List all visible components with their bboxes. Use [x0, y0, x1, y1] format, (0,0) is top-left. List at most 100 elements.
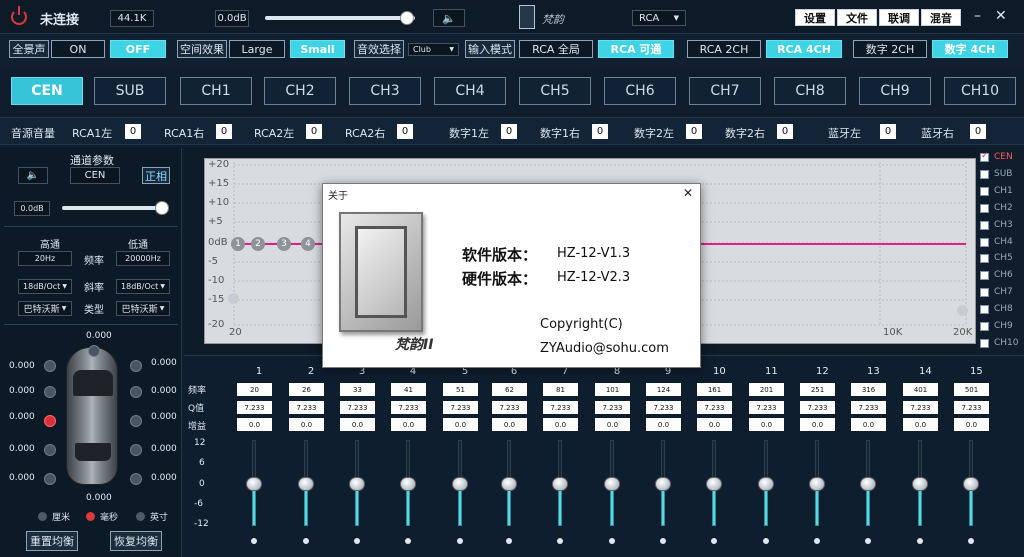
channel-checkbox-ch5[interactable]: [980, 254, 989, 264]
tab-sub[interactable]: SUB: [94, 77, 166, 105]
digital-4ch-button[interactable]: 数字 4CH: [932, 40, 1008, 58]
file-button[interactable]: 文件: [837, 9, 877, 26]
channel-checkbox-ch2[interactable]: [980, 203, 989, 213]
tab-ch2[interactable]: CH2: [264, 77, 336, 105]
speaker-r4[interactable]: [130, 444, 142, 456]
eq-band-q[interactable]: 7.233: [391, 401, 426, 414]
channel-checkbox-ch8[interactable]: [980, 305, 989, 315]
highpass-type-select[interactable]: 巴特沃斯 ▼: [18, 301, 72, 316]
eq-band-gain[interactable]: 0.0: [237, 418, 272, 431]
reset-eq-button[interactable]: 重置均衡: [26, 531, 78, 551]
eq-band-freq[interactable]: 51: [443, 383, 478, 396]
unit-in-radio[interactable]: [136, 512, 145, 521]
eq-band-q[interactable]: 7.233: [851, 401, 886, 414]
eq-fader-knob[interactable]: [655, 477, 671, 491]
eq-fader-knob[interactable]: [963, 477, 979, 491]
eq-band-q[interactable]: 7.233: [903, 401, 938, 414]
source-gain-value-7[interactable]: 0: [777, 124, 793, 139]
tab-ch4[interactable]: CH4: [434, 77, 506, 105]
source-gain-value-8[interactable]: 0: [880, 124, 896, 139]
lowpass-slope-select[interactable]: 18dB/Oct ▼: [116, 279, 170, 294]
eq-band-freq[interactable]: 20: [237, 383, 272, 396]
speaker-r2[interactable]: [130, 386, 142, 398]
channel-checkbox-ch9[interactable]: [980, 322, 989, 331]
source-gain-value-0[interactable]: 0: [125, 124, 141, 139]
rca-2ch-button[interactable]: RCA 2CH: [687, 40, 761, 58]
debug-button[interactable]: 联调: [879, 9, 919, 26]
rca-avail-button[interactable]: RCA 可通: [598, 40, 674, 58]
eq-band-q[interactable]: 7.233: [595, 401, 630, 414]
source-gain-value-2[interactable]: 0: [306, 124, 322, 139]
eq-marker-1[interactable]: 1: [231, 237, 245, 251]
eq-band-gain[interactable]: 0.0: [289, 418, 324, 431]
channel-checkbox-ch1[interactable]: [980, 186, 989, 196]
phase-button[interactable]: 正相: [142, 167, 170, 184]
eq-marker-4[interactable]: 4: [301, 237, 315, 251]
tab-ch3[interactable]: CH3: [349, 77, 421, 105]
eq-fader-knob[interactable]: [349, 477, 365, 491]
highpass-handle[interactable]: [228, 293, 239, 304]
tab-ch6[interactable]: CH6: [604, 77, 676, 105]
minimize-button[interactable]: –: [974, 8, 981, 24]
dialog-close-button[interactable]: ✕: [683, 186, 693, 200]
speaker-l5[interactable]: [44, 473, 56, 485]
eq-fader-knob[interactable]: [604, 477, 620, 491]
eq-band-q[interactable]: 7.233: [340, 401, 375, 414]
eq-band-gain[interactable]: 0.0: [851, 418, 886, 431]
eq-band-gain[interactable]: 0.0: [492, 418, 527, 431]
eq-marker-3[interactable]: 3: [277, 237, 291, 251]
channel-checkbox-ch6[interactable]: [980, 271, 989, 281]
eq-band-q[interactable]: 7.233: [749, 401, 784, 414]
source-gain-value-3[interactable]: 0: [397, 124, 413, 139]
eq-band-freq[interactable]: 316: [851, 383, 886, 396]
eq-band-freq[interactable]: 251: [800, 383, 835, 396]
eq-band-q[interactable]: 7.233: [443, 401, 478, 414]
eq-band-freq[interactable]: 62: [492, 383, 527, 396]
tab-ch9[interactable]: CH9: [859, 77, 931, 105]
eq-band-gain[interactable]: 0.0: [903, 418, 938, 431]
eq-fader-knob[interactable]: [809, 477, 825, 491]
eq-band-freq[interactable]: 26: [289, 383, 324, 396]
unit-ms-radio[interactable]: [86, 512, 95, 521]
eq-band-q[interactable]: 7.233: [954, 401, 989, 414]
eq-band-gain[interactable]: 0.0: [443, 418, 478, 431]
eq-band-gain[interactable]: 0.0: [340, 418, 375, 431]
source-gain-value-1[interactable]: 0: [216, 124, 232, 139]
speaker-top[interactable]: [88, 345, 100, 357]
eq-band-gain[interactable]: 0.0: [595, 418, 630, 431]
lowpass-handle[interactable]: [957, 305, 968, 316]
channel-gain-knob[interactable]: [155, 201, 169, 215]
eq-fader-knob[interactable]: [400, 477, 416, 491]
eq-band-gain[interactable]: 0.0: [749, 418, 784, 431]
eq-band-gain[interactable]: 0.0: [800, 418, 835, 431]
eq-fader-knob[interactable]: [912, 477, 928, 491]
source-gain-value-4[interactable]: 0: [501, 124, 517, 139]
tab-ch5[interactable]: CH5: [519, 77, 591, 105]
highpass-freq-box[interactable]: 20Hz: [18, 251, 72, 266]
eq-fader-knob[interactable]: [452, 477, 468, 491]
tab-ch8[interactable]: CH8: [774, 77, 846, 105]
unit-cm-radio[interactable]: [38, 512, 47, 521]
master-volume-knob[interactable]: [400, 11, 414, 25]
eq-marker-2[interactable]: 2: [251, 237, 265, 251]
close-button[interactable]: ✕: [995, 8, 1007, 24]
tab-ch7[interactable]: CH7: [689, 77, 761, 105]
eq-band-freq[interactable]: 124: [646, 383, 681, 396]
small-button[interactable]: Small: [290, 40, 345, 58]
eq-band-freq[interactable]: 501: [954, 383, 989, 396]
eq-band-q[interactable]: 7.233: [237, 401, 272, 414]
tab-cen[interactable]: CEN: [11, 77, 83, 105]
eq-band-q[interactable]: 7.233: [800, 401, 835, 414]
channel-mute-button[interactable]: 🔈: [18, 167, 48, 184]
source-gain-value-6[interactable]: 0: [686, 124, 702, 139]
speaker-r3[interactable]: [130, 415, 142, 427]
eq-band-freq[interactable]: 201: [749, 383, 784, 396]
eq-band-q[interactable]: 7.233: [543, 401, 578, 414]
club-select[interactable]: Club ▼: [408, 43, 459, 56]
eq-fader-knob[interactable]: [501, 477, 517, 491]
all-sound-off-button[interactable]: OFF: [110, 40, 166, 58]
tab-ch1[interactable]: CH1: [180, 77, 252, 105]
digital-2ch-button[interactable]: 数字 2CH: [853, 40, 927, 58]
mute-button[interactable]: 🔈: [433, 9, 465, 27]
speaker-l4[interactable]: [44, 444, 56, 456]
